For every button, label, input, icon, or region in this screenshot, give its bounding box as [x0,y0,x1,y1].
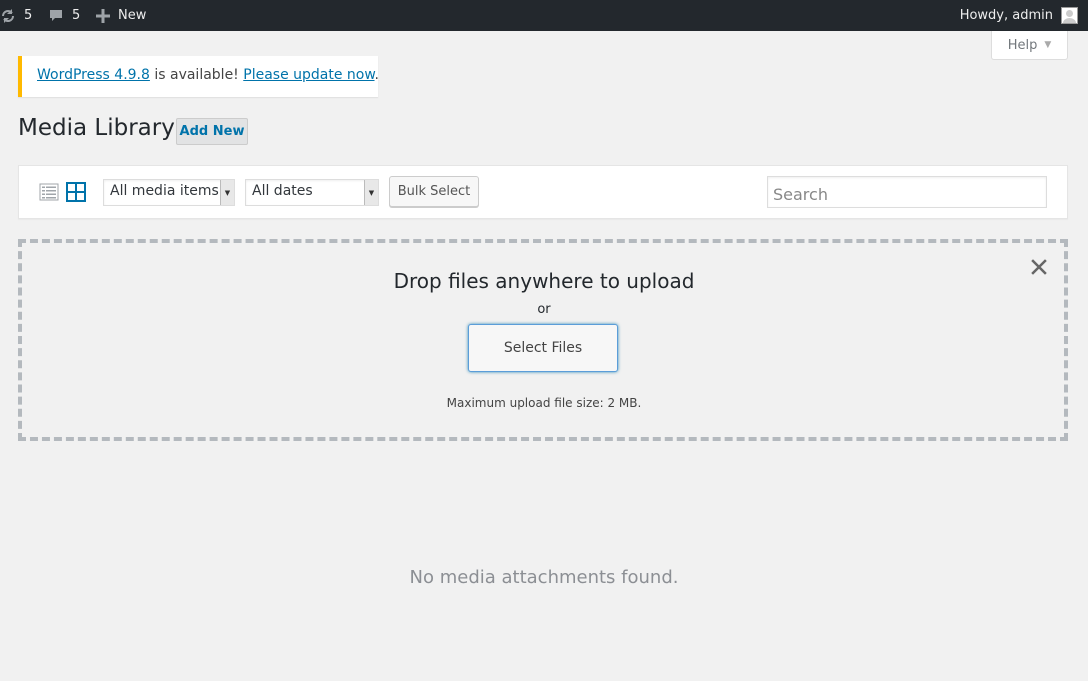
dropdown-arrow-icon: ▼ [364,180,378,205]
help-tab[interactable]: Help ▼ [991,31,1068,60]
updates-count: 5 [24,8,33,23]
add-new-button[interactable]: Add New [176,118,248,145]
bulk-select-button[interactable]: Bulk Select [389,176,479,207]
media-type-value: All media items [110,183,219,199]
notice-text: is available! [149,67,244,83]
comment-icon [48,8,64,24]
update-now-link[interactable]: Please update now [243,67,374,83]
notice-end: . [374,67,379,83]
upload-instructions: Drop files anywhere to upload [393,269,695,293]
search-input[interactable] [767,176,1047,208]
help-label: Help [1007,37,1038,53]
update-notice: WordPress 4.9.8 is available! Please upd… [18,56,379,97]
no-media-message: No media attachments found. [409,567,679,588]
plus-icon [96,8,110,23]
comments-menu[interactable]: 5 [48,0,80,31]
date-filter[interactable]: All dates ▼ [245,179,379,206]
my-account-menu[interactable]: Howdy, admin [960,0,1088,31]
date-value: All dates [252,183,313,199]
dropdown-arrow-icon: ▼ [220,180,234,205]
media-toolbar: All media items ▼ All dates ▼ Bulk Selec… [18,165,1068,219]
page-title: Media Library [18,115,175,141]
version-link[interactable]: WordPress 4.9.8 [37,67,150,83]
refresh-icon [0,8,16,24]
upload-or: or [537,302,551,317]
grid-view-icon[interactable] [66,182,86,206]
list-view-icon[interactable] [39,182,59,206]
greeting: Howdy, admin [959,8,1053,23]
comments-count: 5 [72,8,81,23]
chevron-down-icon: ▼ [1044,40,1052,50]
media-type-filter[interactable]: All media items ▼ [103,179,235,206]
max-upload-size: Maximum upload file size: 2 MB. [446,396,642,410]
new-label: New [118,8,147,23]
updates-menu[interactable]: 5 [0,0,32,31]
avatar [1061,7,1078,24]
admin-bar: 5 5 New Howdy, admin [0,0,1088,31]
select-files-button[interactable]: Select Files [468,324,618,372]
new-content-menu[interactable]: New [96,0,146,31]
